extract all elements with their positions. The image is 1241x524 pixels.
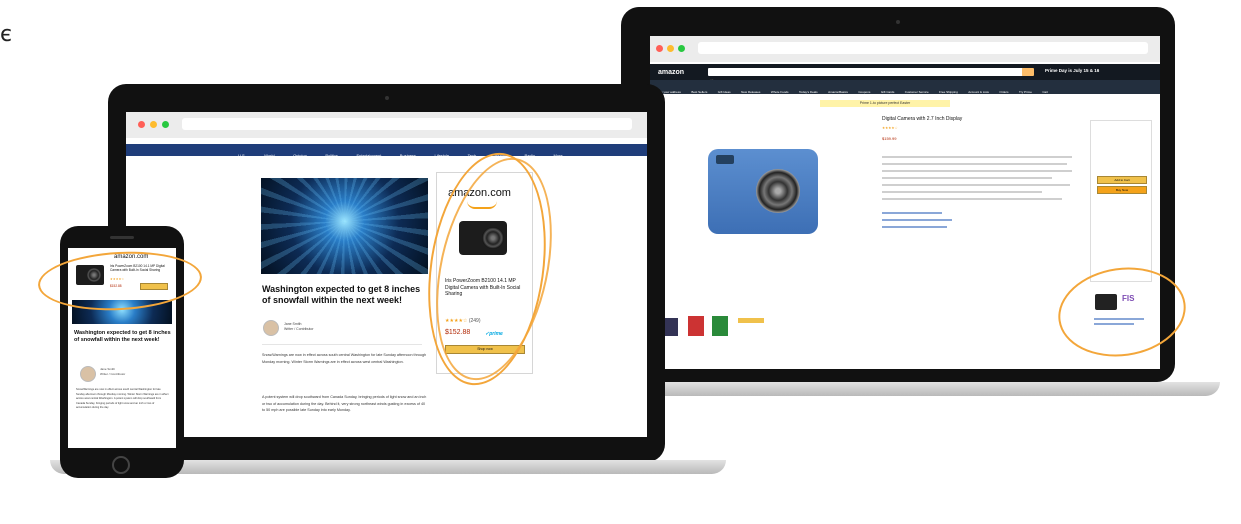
amazon-header: amazon All Prime Day is July 15 & 16 Del… — [650, 64, 1160, 94]
subnav-item[interactable]: Whole Foods — [771, 90, 789, 94]
search-icon[interactable] — [1022, 68, 1034, 76]
subnav-item[interactable]: Gift Cards — [881, 90, 895, 94]
bullet-line — [882, 163, 1067, 165]
maximize-dot[interactable] — [678, 45, 685, 52]
related-product[interactable] — [688, 316, 704, 336]
promo-banner[interactable]: Prime 1-to picture perfect Easter — [820, 100, 950, 107]
bullet-line — [882, 170, 1072, 172]
subnav-item[interactable]: Best Sellers — [691, 90, 707, 94]
close-dot[interactable] — [138, 121, 145, 128]
cart-icon[interactable]: Cart — [1042, 90, 1048, 94]
address-bar[interactable] — [182, 118, 632, 130]
nav-item[interactable]: U.S. — [238, 153, 246, 158]
author-role: Writer / Contributor — [284, 327, 314, 331]
nav-item[interactable]: Politics — [325, 153, 338, 158]
nav-item[interactable]: More — [553, 153, 562, 158]
product-price: $159.99 — [882, 136, 897, 141]
article-headline: Washington expected to get 8 inches of s… — [262, 284, 421, 305]
nav-item[interactable]: Lifestyle — [434, 153, 449, 158]
laptop-right-camera — [896, 20, 900, 24]
nav-item[interactable]: Entertainment — [356, 153, 381, 158]
laptop-left-camera — [385, 96, 389, 100]
bullet-line — [882, 191, 1042, 193]
link-line[interactable] — [882, 219, 952, 221]
subnav-item[interactable]: Coupons — [858, 90, 870, 94]
amazon-subnav: Deliver to your address Best Sellers Gif… — [650, 80, 1160, 94]
corner-glyph: є — [0, 22, 13, 47]
subnav-item[interactable]: Free Shipping — [939, 90, 958, 94]
product-title: Digital Camera with 2.7 Inch Display — [882, 116, 963, 122]
article-hero-image[interactable] — [261, 178, 428, 274]
article-paragraph: Snow/Warnings are now in effect across s… — [262, 353, 427, 364]
nav-item[interactable]: World — [264, 153, 274, 158]
amazon-logo[interactable]: amazon — [658, 69, 684, 76]
related-product[interactable] — [712, 316, 728, 336]
subnav-item[interactable]: Customer Service — [905, 90, 929, 94]
subnav-item[interactable]: Orders — [999, 90, 1008, 94]
nav-item[interactable]: Radio — [525, 153, 535, 158]
prime-day-banner[interactable]: Prime Day is July 15 & 16 — [1045, 68, 1099, 73]
add-all-button[interactable] — [738, 318, 764, 323]
subnav-item[interactable]: Gift Ideas — [718, 90, 731, 94]
author-role: Writer / Contributor — [100, 371, 126, 376]
close-dot[interactable] — [656, 45, 663, 52]
link-line[interactable] — [882, 226, 947, 228]
nav-item[interactable]: Opinion — [293, 153, 307, 158]
minimize-dot[interactable] — [150, 121, 157, 128]
buy-box: Add to Cart Buy Now — [1090, 120, 1152, 282]
camera-product-image[interactable] — [708, 149, 818, 234]
article-paragraph: Snow/Warnings are now in effect across s… — [76, 388, 169, 410]
subnav-item[interactable]: New Releases — [741, 90, 760, 94]
camera-flash — [716, 155, 734, 164]
author-avatar[interactable] — [263, 320, 279, 336]
link-line[interactable] — [882, 212, 942, 214]
subnav-item[interactable]: AmazonBasics — [828, 90, 848, 94]
maximize-dot[interactable] — [162, 121, 169, 128]
nav-item[interactable]: Business — [400, 153, 416, 158]
bullet-line — [882, 198, 1062, 200]
nav-item[interactable]: Tech — [468, 153, 476, 158]
author-byline: Jane Smith Writer / Contributor — [100, 367, 125, 376]
subnav-item[interactable]: Today's Deals — [799, 90, 818, 94]
article-headline: Washington expected to get 8 inches of s… — [74, 330, 171, 343]
subnav-item[interactable]: Try Prime — [1019, 90, 1032, 94]
article-paragraph: A potent system will drop southward from… — [262, 395, 427, 412]
product-rating[interactable]: ★★★★☆ — [882, 126, 898, 130]
browser-chrome — [650, 36, 1160, 62]
bullet-line — [882, 177, 1052, 179]
minimize-dot[interactable] — [667, 45, 674, 52]
search-input[interactable]: All — [708, 68, 1023, 82]
address-bar[interactable] — [698, 42, 1148, 54]
phone-speaker — [110, 236, 134, 239]
home-button[interactable] — [112, 456, 130, 474]
frequently-bought-together — [658, 314, 798, 340]
camera-lens — [756, 169, 800, 213]
news-nav: U.S. World Opinion Politics Entertainmen… — [126, 144, 647, 158]
author-avatar[interactable] — [80, 366, 96, 382]
news-article-page: U.S. World Opinion Politics Entertainmen… — [126, 112, 647, 437]
author-byline: Jane Smith Writer / Contributor — [284, 322, 314, 332]
subnav-item[interactable]: Account & Lists — [968, 90, 989, 94]
related-product[interactable] — [664, 318, 678, 336]
bullet-line — [882, 156, 1072, 158]
browser-chrome — [126, 112, 647, 138]
laptop-right-base — [610, 382, 1220, 396]
add-to-cart-button[interactable]: Add to Cart — [1097, 176, 1147, 184]
buy-now-button[interactable]: Buy Now — [1097, 186, 1147, 194]
divider — [262, 344, 422, 345]
bullet-line — [882, 184, 1070, 186]
